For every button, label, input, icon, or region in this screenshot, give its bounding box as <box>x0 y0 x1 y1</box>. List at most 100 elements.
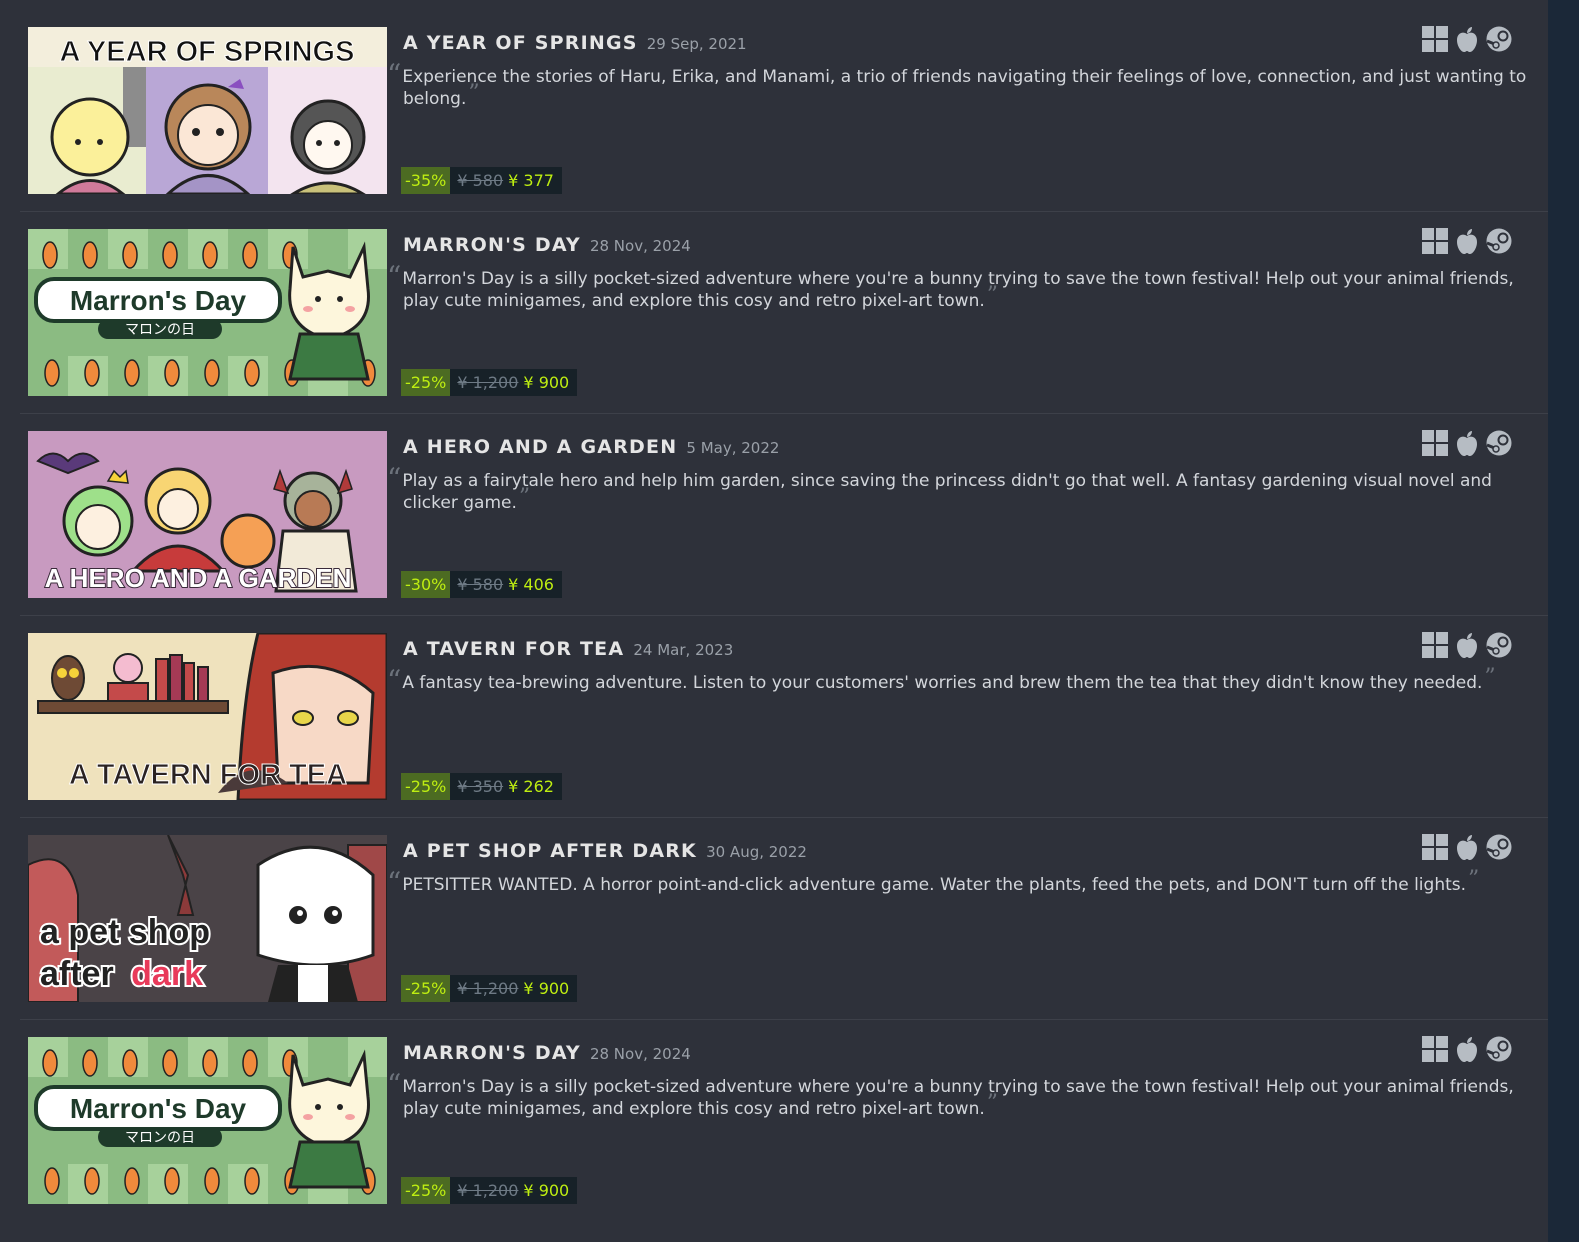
final-price: ¥ 406 <box>508 575 554 594</box>
capsule-title-text: A YEAR OF SPRINGS <box>60 36 355 68</box>
apple-icon <box>1454 632 1482 660</box>
final-price: ¥ 900 <box>523 1181 570 1200</box>
discount-badge: -25% <box>401 1177 451 1204</box>
apple-icon <box>1454 1036 1482 1064</box>
game-row[interactable]: a pet shop after dark A PET SHOP AFTER D… <box>20 818 1548 1020</box>
close-quote: ” <box>986 283 999 308</box>
platform-icons <box>1422 430 1514 458</box>
game-capsule-image[interactable]: Marron's Day マロンの日 <box>28 229 387 396</box>
game-title[interactable]: MARRON'S DAY <box>403 234 581 256</box>
release-date: 24 Mar, 2023 <box>633 641 734 659</box>
release-date: 30 Aug, 2022 <box>706 843 807 861</box>
price-block[interactable]: -25% ¥ 1,200 ¥ 900 <box>401 975 578 1002</box>
open-quote: “ <box>387 1068 402 1101</box>
game-title[interactable]: A HERO AND A GARDEN <box>403 436 677 458</box>
platform-icons <box>1422 632 1514 660</box>
close-quote: ” <box>468 81 480 106</box>
description-text: Marron's Day is a silly pocket-sized adv… <box>402 1077 1514 1119</box>
game-capsule-image[interactable]: A YEAR OF SPRINGS <box>28 27 387 194</box>
release-date: 28 Nov, 2024 <box>589 1045 691 1063</box>
description-text: Play as a fairytale hero and help him ga… <box>402 471 1492 513</box>
open-quote: “ <box>387 866 402 899</box>
platform-icons <box>1422 26 1514 54</box>
steam-icon <box>1486 632 1514 660</box>
wishlist-panel: A YEAR OF SPRINGS A YEAR OF SPRINGS 29 S… <box>0 0 1548 1242</box>
game-title[interactable]: A PET SHOP AFTER DARK <box>403 840 697 862</box>
windows-icon <box>1422 430 1450 458</box>
price-block[interactable]: -35% ¥ 580 ¥ 377 <box>401 167 562 194</box>
close-quote: ” <box>1484 665 1496 690</box>
game-description: “A fantasy tea-brewing adventure. Listen… <box>387 667 1533 695</box>
game-row[interactable]: Marron's Day マロンの日 MARRON'S DAY 28 Nov, … <box>20 212 1548 414</box>
close-quote: ” <box>1468 867 1480 892</box>
capsule-subtitle-text: マロンの日 <box>125 1130 195 1146</box>
price-block[interactable]: -25% ¥ 1,200 ¥ 900 <box>401 369 578 396</box>
game-row[interactable]: A TAVERN FOR TEA A TAVERN FOR TEA 24 Mar… <box>20 616 1548 818</box>
capsule-title-text: A HERO AND A GARDEN <box>45 563 352 593</box>
original-price: ¥ 580 <box>457 575 504 594</box>
windows-icon <box>1422 632 1450 660</box>
game-description: “Marron's Day is a silly pocket-sized ad… <box>387 263 1533 312</box>
discount-badge: -30% <box>401 571 451 598</box>
capsule-title-text: Marron's Day <box>70 1093 247 1124</box>
platform-icons <box>1422 834 1514 862</box>
original-price: ¥ 1,200 <box>457 979 519 998</box>
steam-icon <box>1486 228 1514 256</box>
game-title[interactable]: A TAVERN FOR TEA <box>403 638 624 660</box>
game-capsule-image[interactable]: Marron's Day マロンの日 <box>28 1037 387 1204</box>
windows-icon <box>1422 1036 1450 1064</box>
original-price: ¥ 350 <box>457 777 504 796</box>
game-title[interactable]: MARRON'S DAY <box>403 1042 581 1064</box>
windows-icon <box>1422 834 1450 862</box>
apple-icon <box>1454 228 1482 256</box>
capsule-title-text: Marron's Day <box>70 285 247 316</box>
steam-icon <box>1486 430 1514 458</box>
price-block[interactable]: -30% ¥ 580 ¥ 406 <box>401 571 562 598</box>
discount-badge: -25% <box>401 773 451 800</box>
game-description: “PETSITTER WANTED. A horror point-and-cl… <box>387 869 1533 897</box>
game-capsule-image[interactable]: A TAVERN FOR TEA <box>28 633 387 800</box>
price-block[interactable]: -25% ¥ 350 ¥ 262 <box>401 773 562 800</box>
windows-icon <box>1422 26 1450 54</box>
description-text: Experience the stories of Haru, Erika, a… <box>402 67 1527 109</box>
game-row[interactable]: A YEAR OF SPRINGS A YEAR OF SPRINGS 29 S… <box>20 10 1548 212</box>
platform-icons <box>1422 228 1514 256</box>
game-row[interactable]: Marron's Day マロンの日 MARRON'S DAY 28 Nov, … <box>20 1020 1548 1222</box>
capsule-title-text: A TAVERN FOR TEA <box>69 759 347 791</box>
game-description: “Experience the stories of Haru, Erika, … <box>387 61 1533 110</box>
capsule-title-text-3: dark <box>131 955 203 993</box>
steam-icon <box>1486 834 1514 862</box>
close-quote: ” <box>518 485 531 510</box>
game-description: “Play as a fairytale hero and help him g… <box>387 465 1533 514</box>
open-quote: “ <box>387 462 402 495</box>
open-quote: “ <box>387 664 402 697</box>
description-text: Marron's Day is a silly pocket-sized adv… <box>402 269 1514 311</box>
svg-text:after dark: after dark <box>40 955 203 993</box>
steam-icon <box>1486 26 1514 54</box>
apple-icon <box>1454 430 1482 458</box>
final-price: ¥ 900 <box>523 373 570 392</box>
capsule-title-text-2: after <box>40 955 114 993</box>
discount-badge: -35% <box>401 167 451 194</box>
original-price: ¥ 1,200 <box>457 1181 519 1200</box>
final-price: ¥ 262 <box>508 777 554 796</box>
game-capsule-image[interactable]: a pet shop after dark <box>28 835 387 1002</box>
release-date: 5 May, 2022 <box>686 439 780 457</box>
game-row[interactable]: A HERO AND A GARDEN A HERO AND A GARDEN … <box>20 414 1548 616</box>
discount-badge: -25% <box>401 975 451 1002</box>
apple-icon <box>1454 834 1482 862</box>
game-list: A YEAR OF SPRINGS A YEAR OF SPRINGS 29 S… <box>20 10 1548 1222</box>
original-price: ¥ 1,200 <box>457 373 519 392</box>
description-text: A fantasy tea-brewing adventure. Listen … <box>402 673 1483 693</box>
final-price: ¥ 377 <box>508 171 554 190</box>
price-block[interactable]: -25% ¥ 1,200 ¥ 900 <box>401 1177 578 1204</box>
game-capsule-image[interactable]: A HERO AND A GARDEN <box>28 431 387 598</box>
release-date: 28 Nov, 2024 <box>589 237 691 255</box>
open-quote: “ <box>387 58 402 91</box>
open-quote: “ <box>387 260 402 293</box>
capsule-title-text-1: a pet shop <box>40 913 210 951</box>
close-quote: ” <box>986 1091 999 1116</box>
discount-badge: -25% <box>401 369 451 396</box>
game-title[interactable]: A YEAR OF SPRINGS <box>403 32 638 54</box>
capsule-subtitle-text: マロンの日 <box>125 322 195 338</box>
